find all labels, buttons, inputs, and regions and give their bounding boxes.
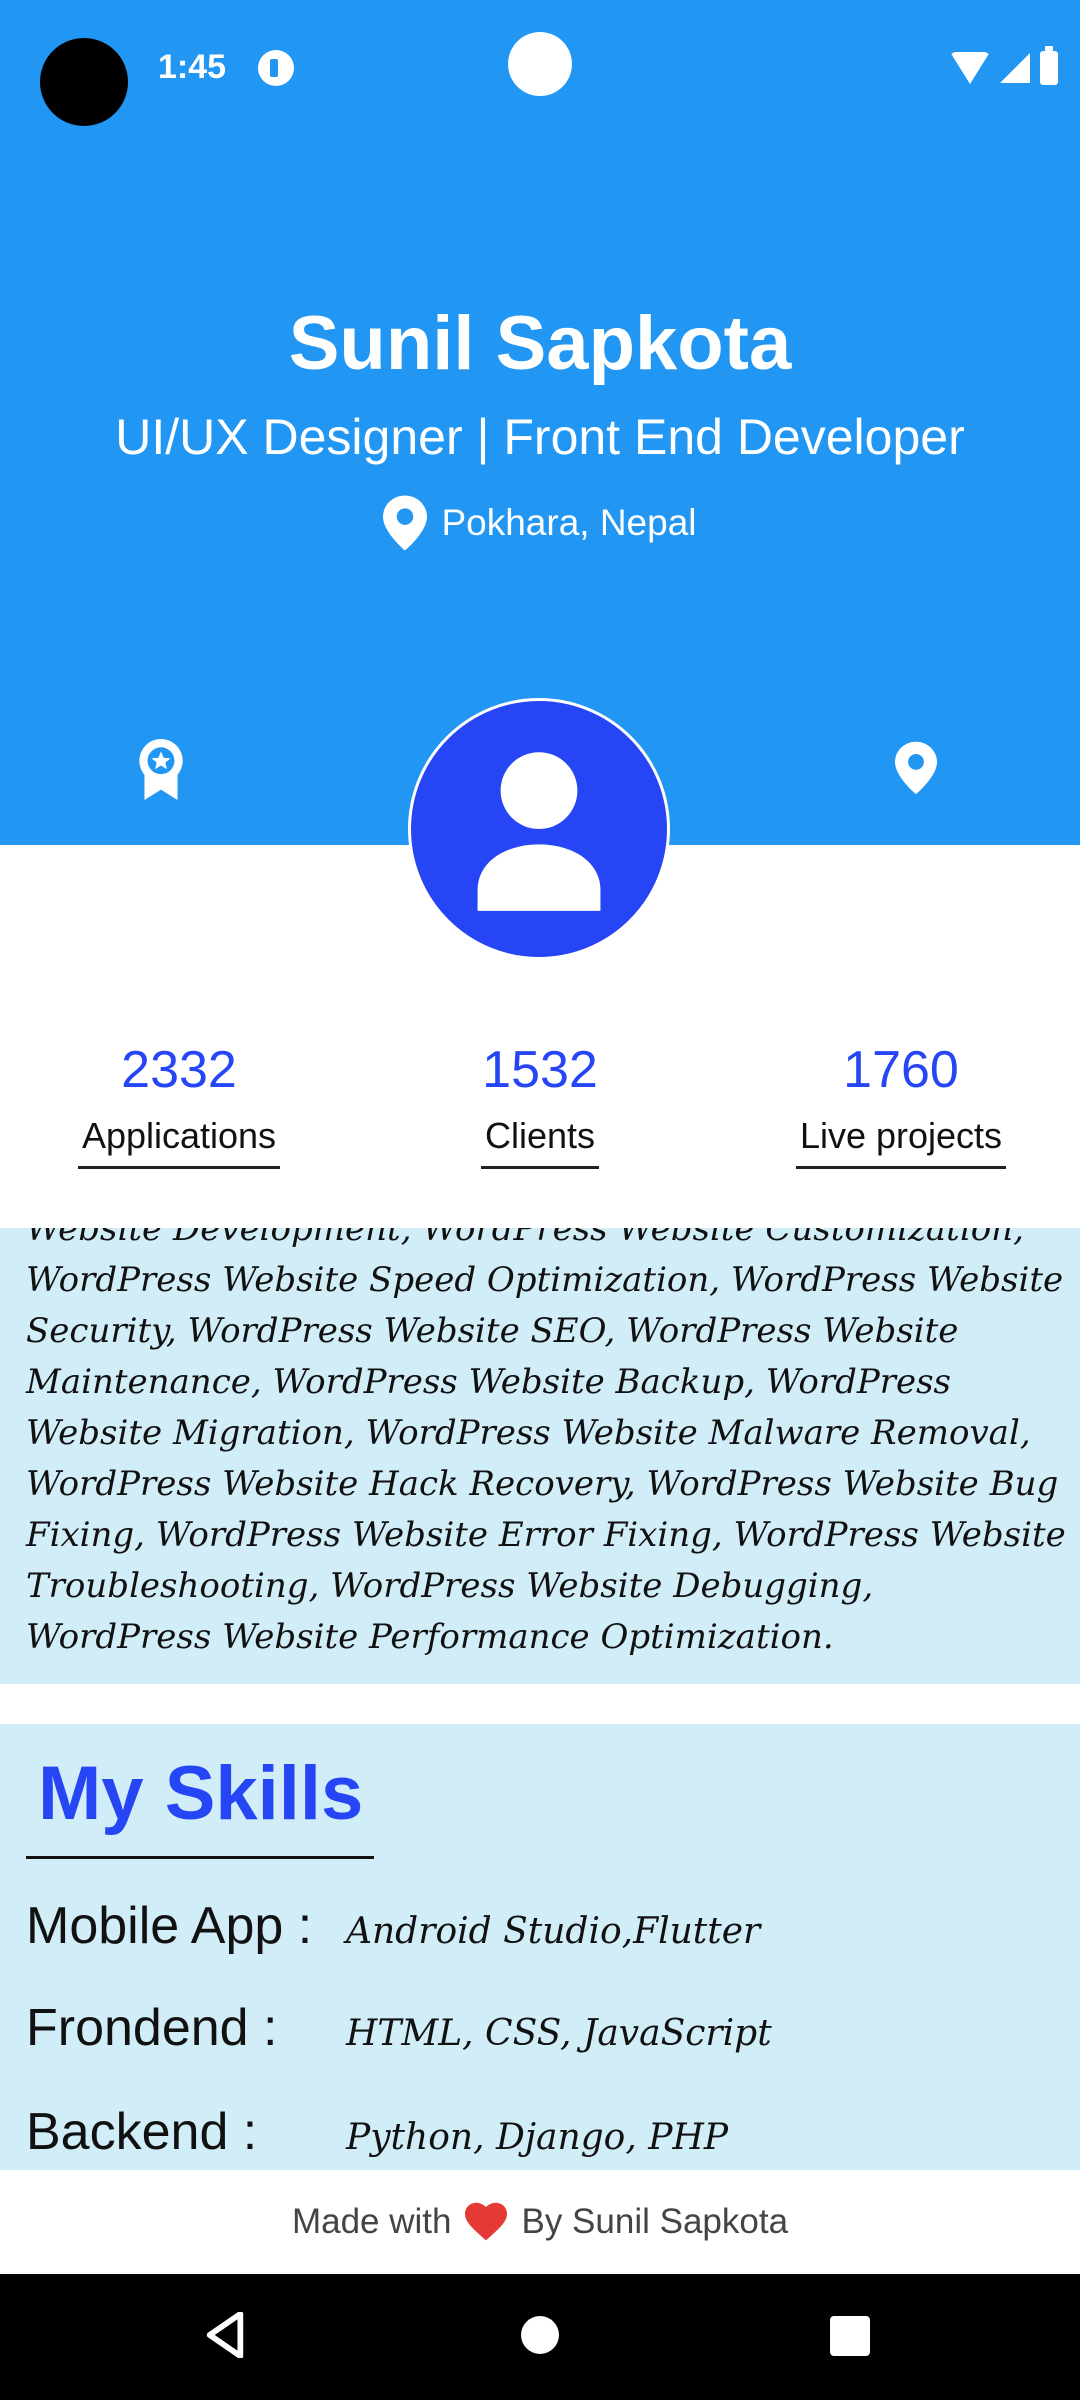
profile-title: UI/UX Designer | Front End Developer bbox=[115, 409, 965, 465]
notification-icon bbox=[258, 50, 294, 86]
home-icon[interactable] bbox=[521, 2316, 559, 2354]
stat-value: 1532 bbox=[482, 1041, 598, 1099]
skill-row-backend: Backend : Python, Django, PHP bbox=[26, 2102, 1056, 2162]
skill-row-frontend: Frondend : HTML, CSS, JavaScript bbox=[26, 1998, 1056, 2058]
location-pin-icon[interactable] bbox=[895, 740, 937, 796]
recents-icon[interactable] bbox=[830, 2316, 870, 2356]
footer: Made with By Sunil Sapkota bbox=[0, 2170, 1080, 2274]
front-camera bbox=[508, 32, 572, 96]
signal-icon bbox=[1000, 53, 1030, 83]
skills-underline bbox=[26, 1856, 374, 1859]
status-bar: 1:45 bbox=[0, 0, 1080, 135]
skill-row-mobile: Mobile App : Android Studio,Flutter bbox=[26, 1896, 1056, 1956]
back-icon[interactable] bbox=[205, 2312, 245, 2358]
services-section[interactable]: Website Development, WordPress Website C… bbox=[0, 1228, 1080, 1684]
camera-overlay bbox=[40, 38, 128, 126]
location-pin-icon bbox=[383, 495, 428, 551]
stat-value: 1760 bbox=[843, 1041, 959, 1099]
stat-value: 2332 bbox=[121, 1041, 237, 1099]
skill-value: HTML, CSS, JavaScript bbox=[346, 2013, 772, 2054]
navigation-bar bbox=[0, 2274, 1080, 2400]
battery-icon bbox=[1040, 46, 1058, 85]
stat-label: Clients bbox=[480, 1110, 600, 1169]
location-label: Pokhara, Nepal bbox=[441, 502, 697, 543]
stats-row: 2332 Applications 1532 Clients 1760 Live… bbox=[0, 1030, 1080, 1180]
footer-made-with: Made with bbox=[291, 2202, 452, 2241]
status-icons bbox=[950, 46, 1058, 88]
stat-clients[interactable]: 1532 Clients bbox=[472, 1030, 608, 1169]
skill-value: Python, Django, PHP bbox=[346, 2117, 729, 2158]
stat-label: Live projects bbox=[795, 1110, 1007, 1169]
skill-label: Backend : bbox=[26, 2103, 258, 2161]
stat-live-projects[interactable]: 1760 Live projects bbox=[788, 1030, 1014, 1169]
profile-name: Sunil Sapkota bbox=[288, 301, 792, 386]
skill-label: Frondend : bbox=[26, 1999, 278, 2057]
avatar[interactable] bbox=[408, 698, 670, 960]
stat-label: Applications bbox=[77, 1110, 281, 1169]
services-text: Website Development, WordPress Website C… bbox=[26, 1228, 1066, 1657]
award-icon[interactable] bbox=[136, 738, 186, 800]
stat-applications[interactable]: 2332 Applications bbox=[70, 1030, 288, 1169]
skill-label: Mobile App : bbox=[26, 1897, 313, 1955]
person-icon bbox=[477, 752, 601, 911]
skills-title: My Skills bbox=[38, 1751, 364, 1836]
wifi-icon bbox=[950, 52, 990, 84]
footer-author: By Sunil Sapkota bbox=[521, 2202, 789, 2241]
skill-value: Android Studio,Flutter bbox=[346, 1911, 761, 1952]
profile-location: Pokhara, Nepal bbox=[0, 495, 1080, 551]
status-time: 1:45 bbox=[158, 48, 227, 86]
heart-icon bbox=[465, 2202, 508, 2241]
skills-section[interactable]: My Skills Mobile App : Android Studio,Fl… bbox=[0, 1724, 1080, 2170]
